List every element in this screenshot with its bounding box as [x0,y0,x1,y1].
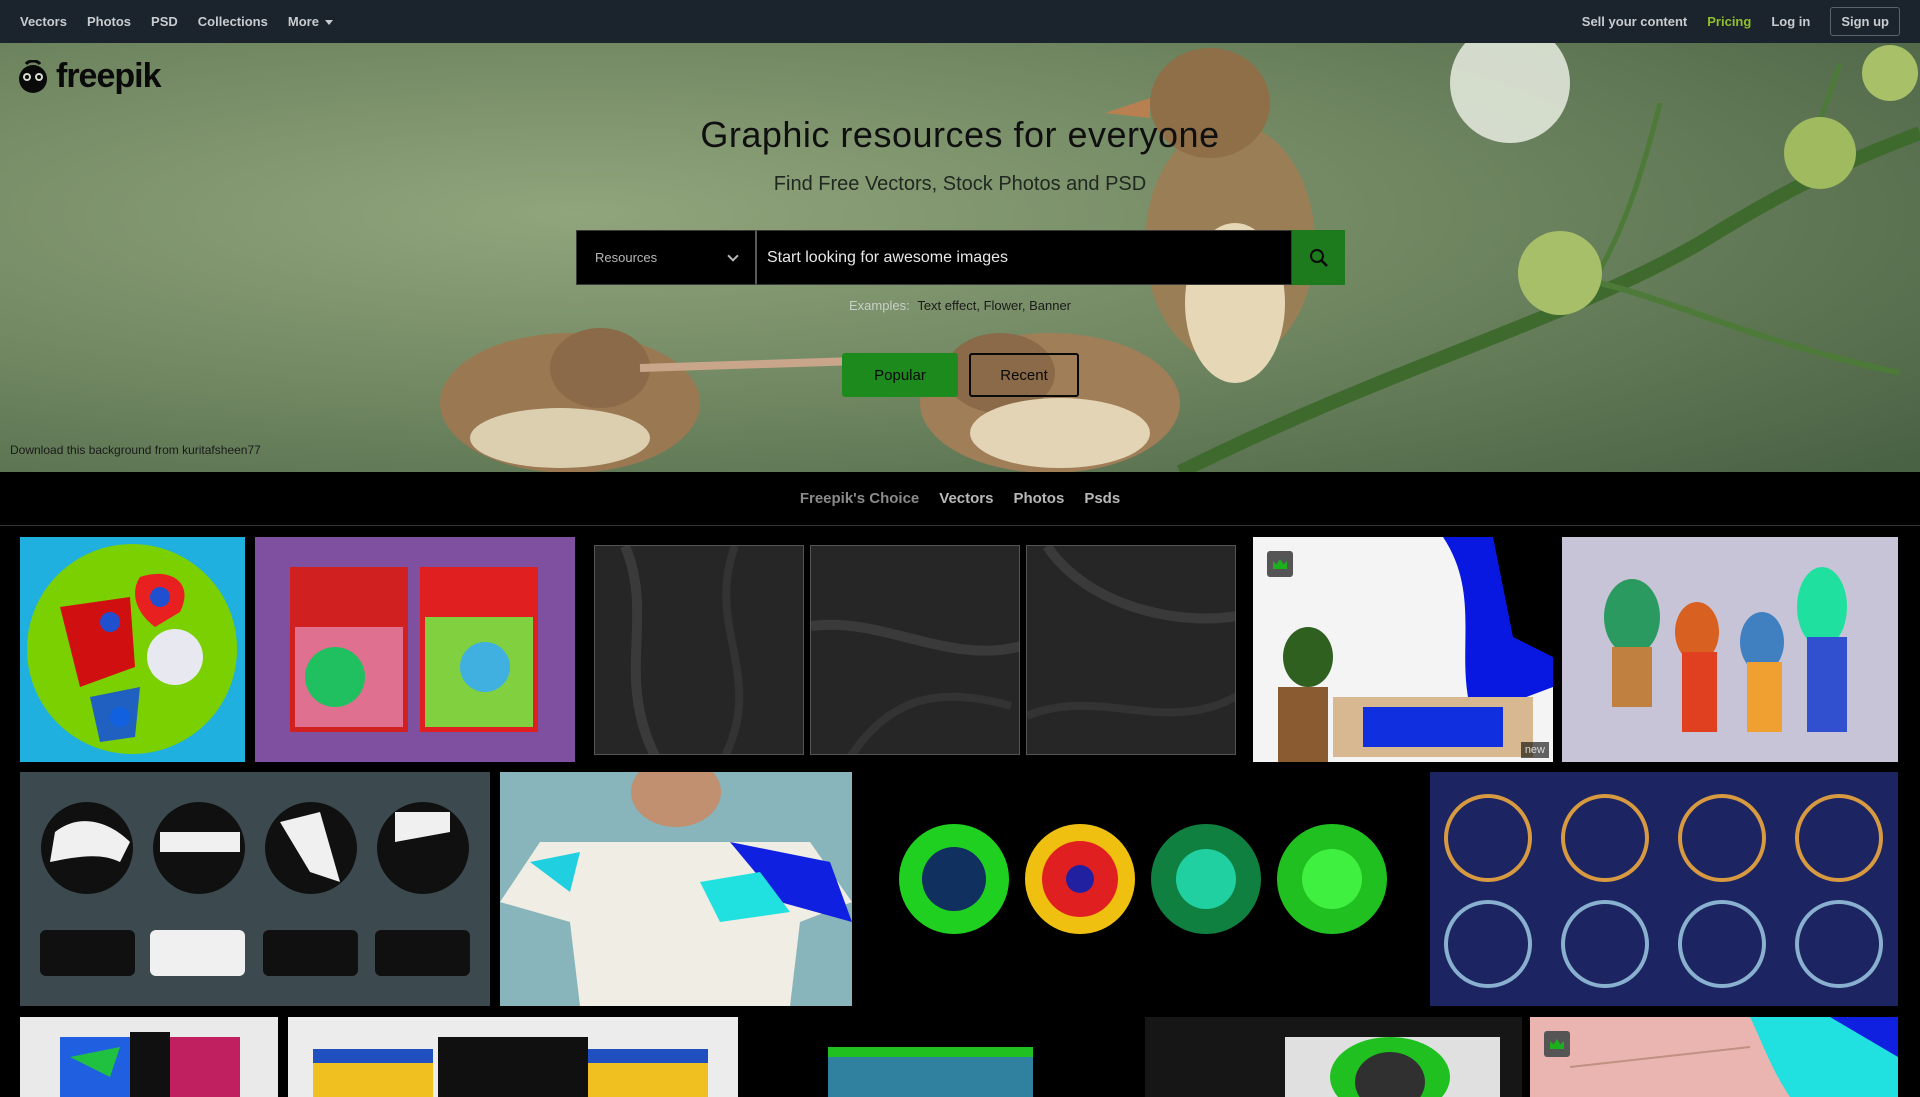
resource-thumbnail [862,772,1422,1006]
resource-card[interactable] [20,1017,278,1097]
search-icon [1309,248,1328,267]
resource-card[interactable] [1026,545,1236,755]
resource-card[interactable] [255,537,575,762]
resource-thumbnail [811,619,1019,754]
resource-card[interactable] [1430,772,1898,1006]
search-bar: Resources [576,230,1345,285]
nav-more[interactable]: More [288,14,333,29]
nav-photos[interactable]: Photos [87,14,131,29]
top-nav: Vectors Photos PSD Collections More Sell… [0,0,1920,43]
resource-card[interactable] [594,545,804,755]
resource-card[interactable] [500,772,852,1006]
resource-type-value: Resources [595,250,658,265]
tab-psds[interactable]: Psds [1084,490,1120,507]
background-credit[interactable]: Download this background from kuritafshe… [10,443,261,457]
resource-card[interactable] [20,772,490,1006]
resource-card[interactable] [20,537,245,762]
resource-card[interactable] [1530,1017,1898,1097]
resource-card[interactable] [748,1017,1140,1097]
sort-buttons: Popular Recent [842,353,1079,397]
chevron-down-icon [727,249,739,262]
nav-psd[interactable]: PSD [151,14,178,29]
resource-thumbnail [20,772,490,1006]
premium-badge [1544,1031,1570,1057]
popular-button[interactable]: Popular [842,353,958,397]
resource-thumbnail [1027,546,1235,720]
tab-photos[interactable]: Photos [1013,490,1064,507]
resource-thumbnail [500,772,852,1006]
resource-thumbnail [20,1017,278,1097]
login-link[interactable]: Log in [1771,14,1810,29]
resource-type-select[interactable]: Resources [576,230,755,285]
premium-badge [1267,551,1293,577]
nav-more-label: More [287,14,319,29]
resource-card[interactable] [862,772,1422,1006]
hero-subtitle: Find Free Vectors, Stock Photos and PSD [773,173,1147,195]
crown-icon [1273,559,1287,569]
resource-thumbnail [20,537,245,762]
resource-thumbnail [1530,1017,1898,1097]
examples-label: Examples: [849,298,910,313]
signup-button[interactable]: Sign up [1830,7,1900,36]
recent-button[interactable]: Recent [969,353,1079,397]
resource-thumbnail [620,546,744,754]
search-button[interactable] [1292,230,1345,285]
hero-section: freepik Graphic resources for everyone F… [0,43,1920,472]
resource-thumbnail [288,1017,738,1097]
examples-links[interactable]: Text effect, Flower, Banner [917,298,1071,313]
resource-card[interactable] [1145,1017,1522,1097]
search-input[interactable] [755,230,1292,285]
pricing-link[interactable]: Pricing [1707,14,1751,29]
nav-left: Vectors Photos PSD Collections More [20,14,353,29]
resource-card[interactable] [810,545,1020,755]
caret-down-icon [324,20,333,26]
resource-card[interactable] [288,1017,738,1097]
resource-thumbnail [748,1017,1140,1097]
resource-thumbnail [1430,772,1898,1006]
resource-card[interactable]: new [1253,537,1553,762]
hero-title: Graphic resources for everyone [700,114,1220,155]
search-examples: Examples: Text effect, Flower, Banner [0,298,1920,313]
resource-thumbnail [1562,537,1898,762]
tab-freepiks-choice[interactable]: Freepik's Choice [800,490,919,507]
crown-icon [1550,1039,1564,1049]
resource-thumbnail [1253,537,1553,762]
sell-content-link[interactable]: Sell your content [1582,14,1687,29]
freepik-logo[interactable]: freepik [16,57,161,96]
nav-collections[interactable]: Collections [198,14,268,29]
resource-card[interactable] [1562,537,1898,762]
logo-text: freepik [56,57,161,95]
resource-thumbnail [1145,1017,1522,1097]
nav-right: Sell your content Pricing Log in Sign up [1562,7,1900,36]
tab-vectors[interactable]: Vectors [939,490,993,507]
resource-thumbnail [255,537,575,762]
category-tabs: Freepik's Choice Vectors Photos Psds [0,472,1920,526]
freepik-logo-icon [19,59,47,93]
nav-vectors[interactable]: Vectors [20,14,67,29]
new-badge: new [1520,742,1549,758]
